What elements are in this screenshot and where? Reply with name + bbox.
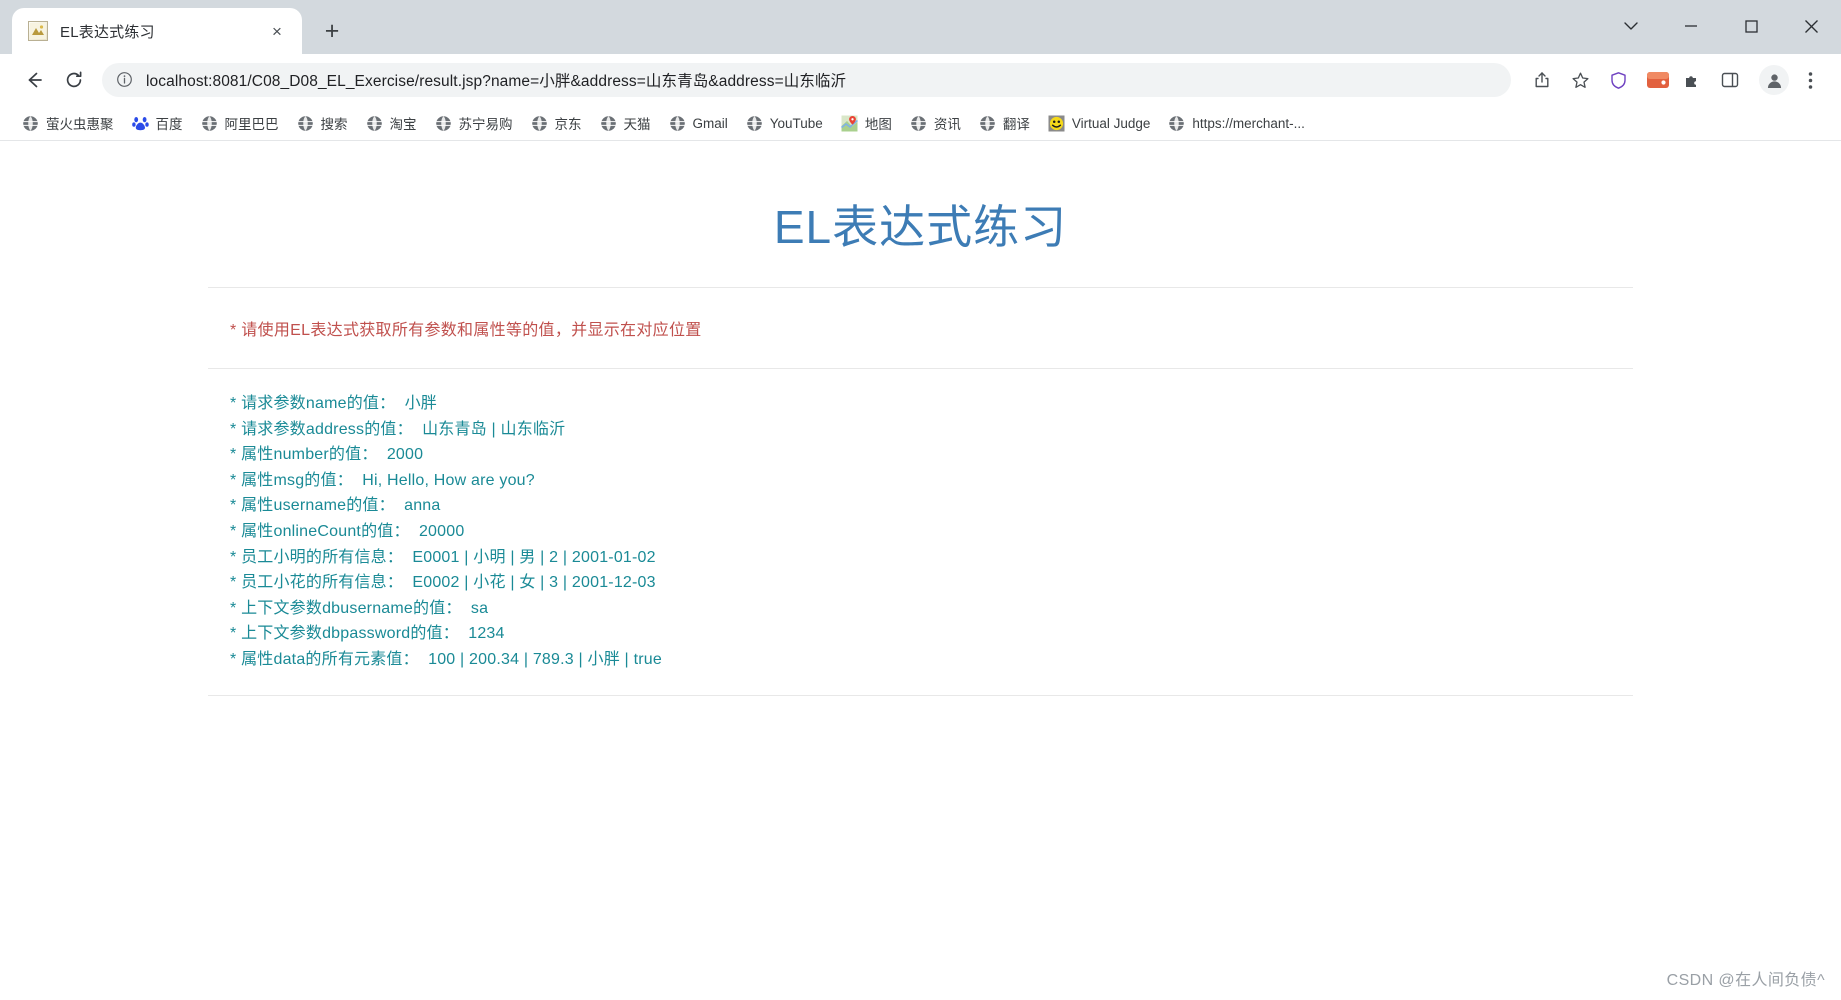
instruction-text: * 请使用EL表达式获取所有参数和属性等的值，并显示在对应位置 xyxy=(230,322,702,339)
bookmark-label: 资讯 xyxy=(933,117,961,132)
page-title: EL表达式练习 xyxy=(773,201,1068,253)
bookmark-label: https://merchant-... xyxy=(1192,115,1305,131)
bookmark-label: 地图 xyxy=(864,117,892,132)
result-line: * 员工小明的所有信息： E0001 | 小明 | 男 | 2 | 2001-0… xyxy=(230,548,656,566)
bookmark-item[interactable]: Gmail xyxy=(661,109,736,137)
result-line: * 请求参数name的值： 小胖 xyxy=(230,395,437,412)
bookmark-label: 百度 xyxy=(155,117,183,132)
result-line: * 属性onlineCount的值： 20000 xyxy=(230,522,465,540)
globe-icon xyxy=(435,115,452,132)
bookmark-item[interactable]: 翻译 xyxy=(971,109,1038,137)
tab-strip: EL表达式练习 × + xyxy=(0,0,1841,54)
bookmark-item[interactable]: 苏宁易购 xyxy=(427,109,521,137)
bookmark-item[interactable]: 萤火虫惠聚 xyxy=(14,109,122,137)
tab-title: EL表达式练习 xyxy=(60,23,155,41)
bookmark-label: 京东 xyxy=(554,117,582,132)
results-section: * 请求参数name的值： 小胖 * 请求参数address的值： 山东青岛 |… xyxy=(208,369,1633,695)
result-line: * 属性msg的值： Hi, Hello, How are you? xyxy=(230,471,535,489)
address-bar-url[interactable]: localhost:8081/C08_D08_EL_Exercise/resul… xyxy=(146,69,846,91)
globe-icon xyxy=(979,115,996,132)
side-panel-icon[interactable] xyxy=(1713,63,1747,97)
window-maximize-icon[interactable] xyxy=(1721,0,1781,52)
reload-icon[interactable] xyxy=(54,60,94,100)
bookmark-label: 天猫 xyxy=(623,117,651,132)
google-maps-icon xyxy=(840,115,858,132)
globe-icon xyxy=(531,115,548,132)
bookmark-label: 翻译 xyxy=(1002,117,1030,132)
extension-puzzle-icon[interactable] xyxy=(1675,63,1709,97)
bookmark-item[interactable]: 阿里巴巴 xyxy=(193,109,287,137)
result-line: * 属性data的所有元素值： 100 | 200.34 | 789.3 | 小… xyxy=(230,650,662,668)
watermark-text: CSDN @在人间负债^ xyxy=(1666,972,1825,989)
divider-bottom xyxy=(208,694,1633,696)
bookmark-label: Virtual Judge xyxy=(1071,115,1151,131)
bookmark-item[interactable]: 百度 xyxy=(124,109,191,137)
back-arrow-icon[interactable] xyxy=(14,60,54,100)
globe-icon xyxy=(201,115,218,132)
window-minimize-icon[interactable] xyxy=(1661,0,1721,52)
window-close-icon[interactable] xyxy=(1781,0,1841,52)
extension-wallet-icon[interactable] xyxy=(1645,67,1671,93)
globe-icon xyxy=(297,115,314,132)
bookmark-item[interactable]: Virtual Judge xyxy=(1040,109,1159,137)
bookmark-item[interactable]: 搜索 xyxy=(289,109,356,137)
bookmark-item[interactable]: https://merchant-... xyxy=(1160,109,1313,137)
bookmark-star-icon[interactable] xyxy=(1563,63,1597,97)
bookmarks-bar: 萤火虫惠聚 百度 阿里巴巴 搜索 淘宝 苏宁易购 京东 天猫 Gmail You… xyxy=(0,106,1841,140)
globe-icon xyxy=(600,115,617,132)
profile-avatar-icon[interactable] xyxy=(1759,65,1789,95)
result-line: * 上下文参数dbpassword的值： 1234 xyxy=(230,625,505,643)
site-info-icon[interactable] xyxy=(116,71,134,89)
new-tab-button[interactable]: + xyxy=(312,11,352,51)
notice-section: * 请使用EL表达式获取所有参数和属性等的值，并显示在对应位置 xyxy=(208,288,1633,368)
baidu-icon xyxy=(131,115,149,132)
bookmark-label: 苏宁易购 xyxy=(458,117,513,132)
page-favicon-icon xyxy=(28,21,48,41)
globe-icon xyxy=(1168,115,1185,132)
address-bar[interactable]: localhost:8081/C08_D08_EL_Exercise/resul… xyxy=(102,63,1511,97)
bookmark-label: 阿里巴巴 xyxy=(224,117,279,132)
globe-icon xyxy=(22,115,39,132)
bookmark-item[interactable]: 地图 xyxy=(833,109,900,137)
result-line: * 属性number的值： 2000 xyxy=(230,446,424,464)
result-line: * 属性username的值： anna xyxy=(230,497,441,515)
bookmark-item[interactable]: 资讯 xyxy=(902,109,969,137)
page-viewport: EL表达式练习 * 请使用EL表达式获取所有参数和属性等的值，并显示在对应位置 … xyxy=(0,140,1841,1000)
bookmark-label: Gmail xyxy=(692,115,728,131)
bookmark-item[interactable]: 淘宝 xyxy=(358,109,425,137)
tab-search-icon[interactable] xyxy=(1601,0,1661,52)
result-line: * 员工小花的所有信息： E0002 | 小花 | 女 | 3 | 2001-1… xyxy=(230,574,656,592)
bookmark-label: 淘宝 xyxy=(389,117,417,132)
menu-kebab-icon[interactable] xyxy=(1793,63,1827,97)
bookmark-item[interactable]: 京东 xyxy=(523,109,590,137)
globe-icon xyxy=(910,115,927,132)
result-line: * 上下文参数dbusername的值： sa xyxy=(230,599,489,617)
bookmark-item[interactable]: 天猫 xyxy=(592,109,659,137)
share-icon[interactable] xyxy=(1525,63,1559,97)
window-controls xyxy=(1601,0,1841,52)
bookmark-label: 萤火虫惠聚 xyxy=(46,117,114,132)
tab-close-icon[interactable]: × xyxy=(264,18,290,44)
bookmark-label: 搜索 xyxy=(320,117,348,132)
page-content: EL表达式练习 * 请使用EL表达式获取所有参数和属性等的值，并显示在对应位置 … xyxy=(208,141,1633,696)
globe-icon xyxy=(366,115,383,132)
globe-icon xyxy=(669,115,686,132)
browser-tab[interactable]: EL表达式练习 × xyxy=(12,8,302,54)
browser-toolbar: localhost:8081/C08_D08_EL_Exercise/resul… xyxy=(0,54,1841,106)
shield-icon[interactable] xyxy=(1601,63,1635,97)
bookmark-label: YouTube xyxy=(769,115,823,131)
bookmark-item[interactable]: YouTube xyxy=(738,109,831,137)
result-line: * 请求参数address的值： 山东青岛 | 山东临沂 xyxy=(230,420,566,438)
toolbar-icon-group xyxy=(1521,63,1827,97)
globe-icon xyxy=(746,115,763,132)
smiley-icon xyxy=(1048,115,1065,132)
browser-window: EL表达式练习 × + localhost:8081/C08_D08_EL_Ex… xyxy=(0,0,1841,1000)
